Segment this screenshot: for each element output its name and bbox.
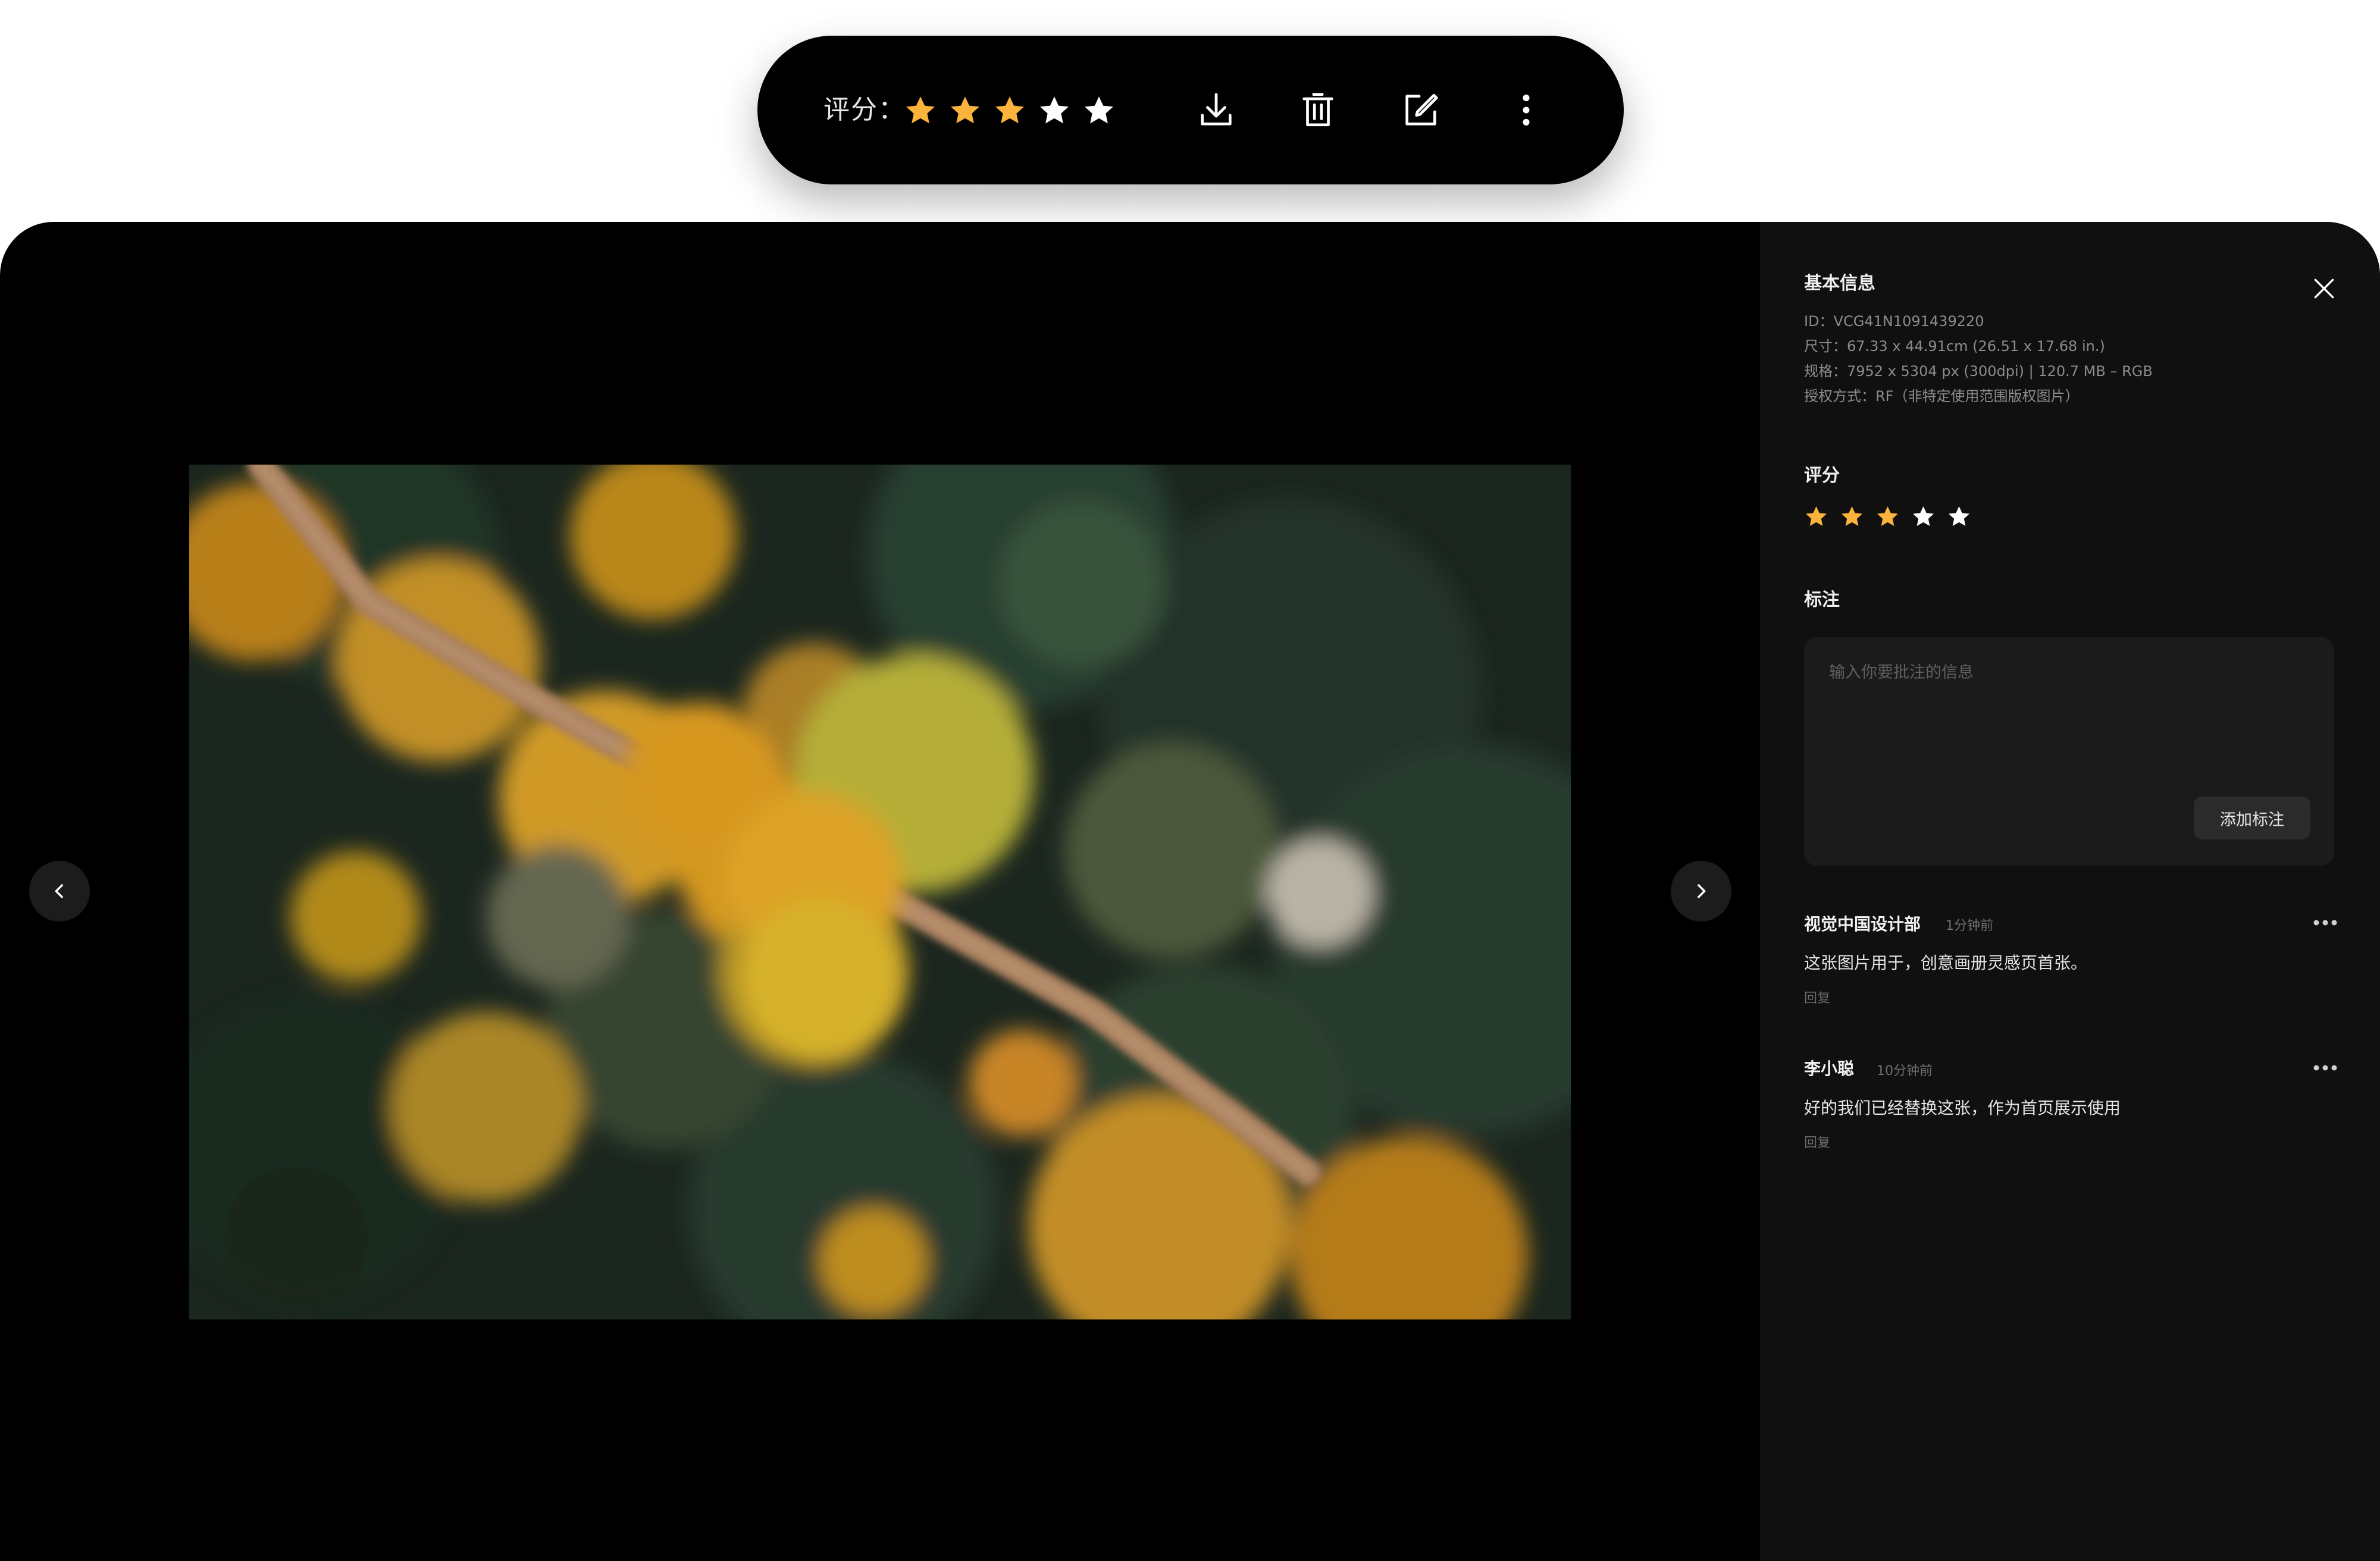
image-viewer: 基本信息 ID：VCG41N1091439220 尺寸：67.33 x 44.9…	[0, 222, 2380, 1561]
chevron-right-icon	[1698, 884, 1706, 898]
comment-time: 1分钟前	[1946, 919, 1993, 933]
toolbar-star-icon-5[interactable]	[1082, 94, 1116, 127]
toolbar-star-icon-3[interactable]	[993, 94, 1026, 127]
next-image-button[interactable]	[1671, 861, 1731, 921]
annotation-input[interactable]	[1828, 660, 2306, 685]
previous-image-button[interactable]	[29, 861, 90, 921]
comment-more-button[interactable]	[2310, 1059, 2340, 1077]
image-size: 尺寸：67.33 x 44.91cm (26.51 x 17.68 in.)	[1804, 338, 2105, 355]
image-license: 授权方式：RF（非特定使用范围版权图片）	[1804, 388, 2080, 405]
close-panel-button[interactable]	[2306, 270, 2343, 307]
preview-image	[189, 465, 1571, 1319]
close-icon	[2314, 278, 2334, 299]
comment-time: 10分钟前	[1877, 1064, 1933, 1079]
panel-star-icon-5[interactable]	[1947, 504, 1971, 529]
edit-icon	[1405, 93, 1438, 126]
image-toolbar: 评分：	[757, 36, 1624, 184]
toolbar-star-icon-1[interactable]	[904, 94, 937, 127]
download-icon	[1201, 93, 1232, 126]
comment-reply-link[interactable]: 回复	[1804, 1132, 1830, 1151]
panel-star-icon-4[interactable]	[1911, 504, 1936, 529]
toolbar-star-icon-4[interactable]	[1038, 94, 1071, 127]
delete-button[interactable]	[1293, 85, 1343, 135]
annotation-title: 标注	[1804, 590, 1840, 610]
annotation-box: 添加标注	[1804, 637, 2334, 866]
more-horizontal-icon	[2313, 1065, 2337, 1071]
panel-star-icon-3[interactable]	[1875, 504, 1900, 529]
edit-button[interactable]	[1396, 85, 1446, 135]
comment-text: 好的我们已经替换这张，作为首页展示使用	[1804, 1098, 2121, 1118]
rating-title: 评分	[1804, 465, 1840, 486]
comment-reply-link[interactable]: 回复	[1804, 988, 1830, 1007]
comment-author: 视觉中国设计部	[1804, 914, 1921, 934]
panel-rating-stars	[1804, 504, 1971, 529]
toolbar-rating-stars	[904, 94, 1116, 127]
more-vertical-icon	[1523, 95, 1530, 126]
more-horizontal-icon	[2313, 920, 2337, 926]
chevron-left-icon	[55, 884, 63, 898]
comment-text: 这张图片用于，创意画册灵感页首张。	[1804, 953, 2088, 973]
trash-icon	[1302, 93, 1333, 127]
panel-star-icon-2[interactable]	[1840, 504, 1864, 529]
basic-info-title: 基本信息	[1804, 273, 1875, 294]
image-id: ID：VCG41N1091439220	[1804, 313, 1984, 330]
toolbar-star-icon-2[interactable]	[948, 94, 982, 127]
download-button[interactable]	[1191, 85, 1241, 135]
add-annotation-button[interactable]: 添加标注	[2194, 797, 2310, 839]
panel-star-icon-1[interactable]	[1804, 504, 1828, 529]
comment-more-button[interactable]	[2310, 914, 2340, 932]
image-spec: 规格：7952 x 5304 px (300dpi) | 120.7 MB – …	[1804, 363, 2153, 380]
comment-author: 李小聪	[1804, 1059, 1855, 1079]
toolbar-rating-label: 评分：	[823, 95, 906, 125]
more-button[interactable]	[1501, 85, 1551, 135]
info-panel: 基本信息 ID：VCG41N1091439220 尺寸：67.33 x 44.9…	[1760, 222, 2380, 1561]
